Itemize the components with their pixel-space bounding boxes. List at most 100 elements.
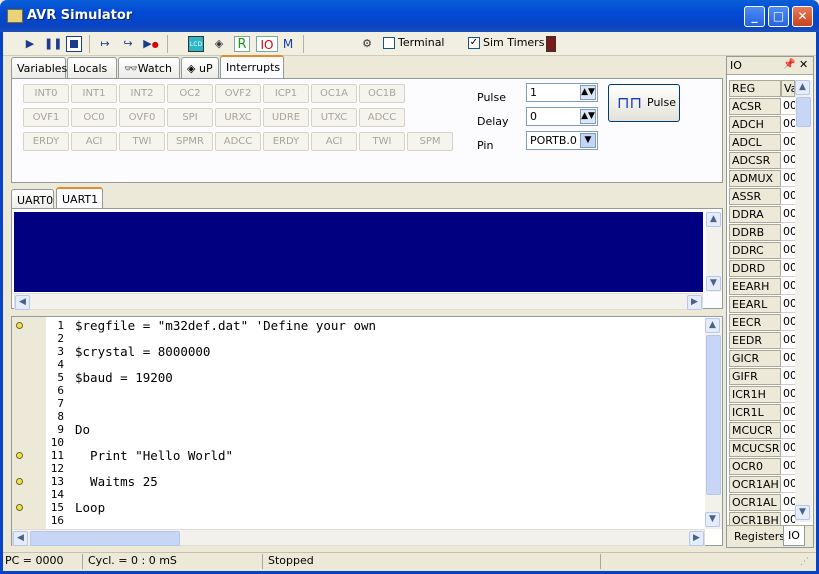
terminal-checkbox[interactable] (383, 37, 395, 49)
chevron-down-icon[interactable]: ▼ (580, 133, 596, 148)
interrupt-button[interactable]: OVF1 (23, 108, 69, 127)
io-button[interactable]: IO (256, 36, 278, 52)
hardware-icon[interactable]: ⚙ (359, 36, 375, 52)
register-value[interactable]: 00 (781, 422, 795, 439)
register-value[interactable]: 00 (781, 296, 795, 313)
register-value[interactable]: 00 (781, 386, 795, 403)
interrupt-button[interactable]: ERDY (263, 132, 309, 151)
sim-timers-checkbox[interactable]: ✓ (468, 37, 480, 49)
close-icon[interactable]: ✕ (799, 58, 808, 71)
terminal-output[interactable] (14, 212, 703, 292)
resize-grip-icon[interactable]: ⋰ (800, 557, 812, 569)
interrupt-button[interactable]: ERDY (23, 132, 69, 151)
tab-watch[interactable]: 👓Watch (118, 57, 180, 79)
pin-icon[interactable]: 📌 (783, 59, 795, 70)
pause-icon[interactable]: ❚❚ (44, 36, 62, 52)
maximize-button[interactable]: □ (768, 6, 789, 27)
code-line[interactable]: Print "Hello World" (75, 448, 233, 463)
register-value[interactable]: 00 (781, 116, 795, 133)
breakpoint-gutter[interactable] (12, 317, 46, 529)
code-line[interactable]: $baud = 19200 (75, 370, 173, 385)
interrupt-button[interactable]: INT0 (23, 84, 69, 103)
register-value[interactable]: 00 (781, 170, 795, 187)
code-line[interactable]: Do (75, 422, 90, 437)
interrupt-button[interactable]: OC0 (71, 108, 117, 127)
interrupt-button[interactable]: URXC (215, 108, 261, 127)
scroll-down-icon[interactable]: ▼ (706, 276, 721, 291)
scroll-thumb[interactable] (30, 531, 180, 546)
col-header-reg[interactable]: REG (729, 80, 781, 97)
register-value[interactable]: 00 (781, 206, 795, 223)
scroll-down-icon[interactable]: ▼ (795, 505, 810, 520)
interrupt-button[interactable]: SPI (167, 108, 213, 127)
lcd-icon[interactable]: LCD (188, 36, 204, 52)
interrupt-button[interactable]: ACI (71, 132, 117, 151)
scroll-right-icon[interactable]: ▶ (687, 295, 702, 310)
device-icon[interactable] (546, 36, 556, 52)
stop-icon[interactable] (66, 36, 82, 52)
register-value[interactable]: 00 (781, 134, 795, 151)
register-value[interactable]: 00 (781, 332, 795, 349)
interrupt-button[interactable]: INT2 (119, 84, 165, 103)
interrupt-button[interactable]: ADCC (215, 132, 261, 151)
io-vscroll[interactable]: ▲ ▼ (795, 80, 812, 522)
r-button[interactable]: R (234, 36, 250, 52)
interrupt-button[interactable]: ADCC (359, 108, 405, 127)
terminal-vscroll[interactable]: ▲ ▼ (706, 212, 722, 292)
code-line[interactable]: $regfile = "m32def.dat" 'Define your own (75, 318, 376, 333)
scroll-left-icon[interactable]: ◀ (15, 295, 30, 310)
breakpoint-marker-icon[interactable] (16, 322, 23, 329)
code-line[interactable]: Loop (75, 500, 105, 515)
interrupt-button[interactable]: SPM (407, 132, 453, 151)
register-value[interactable]: 00 (781, 98, 795, 115)
close-button[interactable]: ✕ (792, 6, 813, 27)
tab-registers[interactable]: Registers (734, 530, 785, 543)
run-to-breakpoint-icon[interactable]: ▶● (143, 36, 159, 52)
interrupt-button[interactable]: OVF0 (119, 108, 165, 127)
terminal-hscroll[interactable]: ◀ ▶ (14, 293, 703, 310)
interrupt-button[interactable]: ICP1 (263, 84, 309, 103)
play-icon[interactable]: ▶ (22, 36, 38, 52)
editor-hscroll[interactable]: ◀ ▶ (12, 529, 705, 546)
minimize-button[interactable]: _ (744, 6, 765, 27)
register-value[interactable]: 00 (781, 476, 795, 493)
scroll-right-icon[interactable]: ▶ (689, 531, 704, 546)
tab-interrupts[interactable]: Interrupts (220, 55, 284, 79)
breakpoint-marker-icon[interactable] (16, 452, 23, 459)
step-over-icon[interactable]: ↪ (120, 36, 136, 52)
tab-locals[interactable]: Locals (67, 57, 117, 79)
scroll-up-icon[interactable]: ▲ (706, 212, 721, 227)
pulse-spin-icon[interactable]: ▲▼ (580, 85, 596, 100)
interrupt-button[interactable]: UDRE (263, 108, 309, 127)
register-value[interactable]: 00 (781, 152, 795, 169)
register-value[interactable]: 00 (781, 278, 795, 295)
tab-variables[interactable]: Variables (11, 57, 67, 79)
interrupt-button[interactable]: OC1A (311, 84, 357, 103)
tab-up[interactable]: ◈ uP (181, 57, 219, 79)
interrupt-button[interactable]: TWI (119, 132, 165, 151)
register-value[interactable]: 00 (781, 458, 795, 475)
col-header-val[interactable]: Va (781, 80, 795, 97)
step-into-icon[interactable]: ↦ (97, 36, 113, 52)
interrupt-button[interactable]: OC1B (359, 84, 405, 103)
scroll-left-icon[interactable]: ◀ (13, 531, 28, 546)
editor-vscroll[interactable]: ▲ ▼ (705, 318, 722, 529)
pulse-button[interactable]: ⊓⊓ Pulse (608, 84, 680, 122)
register-value[interactable]: 00 (781, 242, 795, 259)
interrupt-button[interactable]: UTXC (311, 108, 357, 127)
tab-io[interactable]: IO (783, 526, 805, 546)
register-value[interactable]: 00 (781, 314, 795, 331)
interrupt-button[interactable]: ACI (311, 132, 357, 151)
interrupt-button[interactable]: INT1 (71, 84, 117, 103)
register-value[interactable]: 00 (781, 440, 795, 457)
register-value[interactable]: 00 (781, 404, 795, 421)
delay-spin-icon[interactable]: ▲▼ (580, 109, 596, 124)
interrupt-button[interactable]: SPMR (167, 132, 213, 151)
code-line[interactable]: Waitms 25 (75, 474, 158, 489)
scroll-up-icon[interactable]: ▲ (795, 80, 810, 95)
breakpoint-marker-icon[interactable] (16, 478, 23, 485)
scroll-thumb[interactable] (706, 335, 721, 495)
register-value[interactable]: 00 (781, 368, 795, 385)
breakpoint-marker-icon[interactable] (16, 504, 23, 511)
scroll-up-icon[interactable]: ▲ (705, 318, 720, 333)
